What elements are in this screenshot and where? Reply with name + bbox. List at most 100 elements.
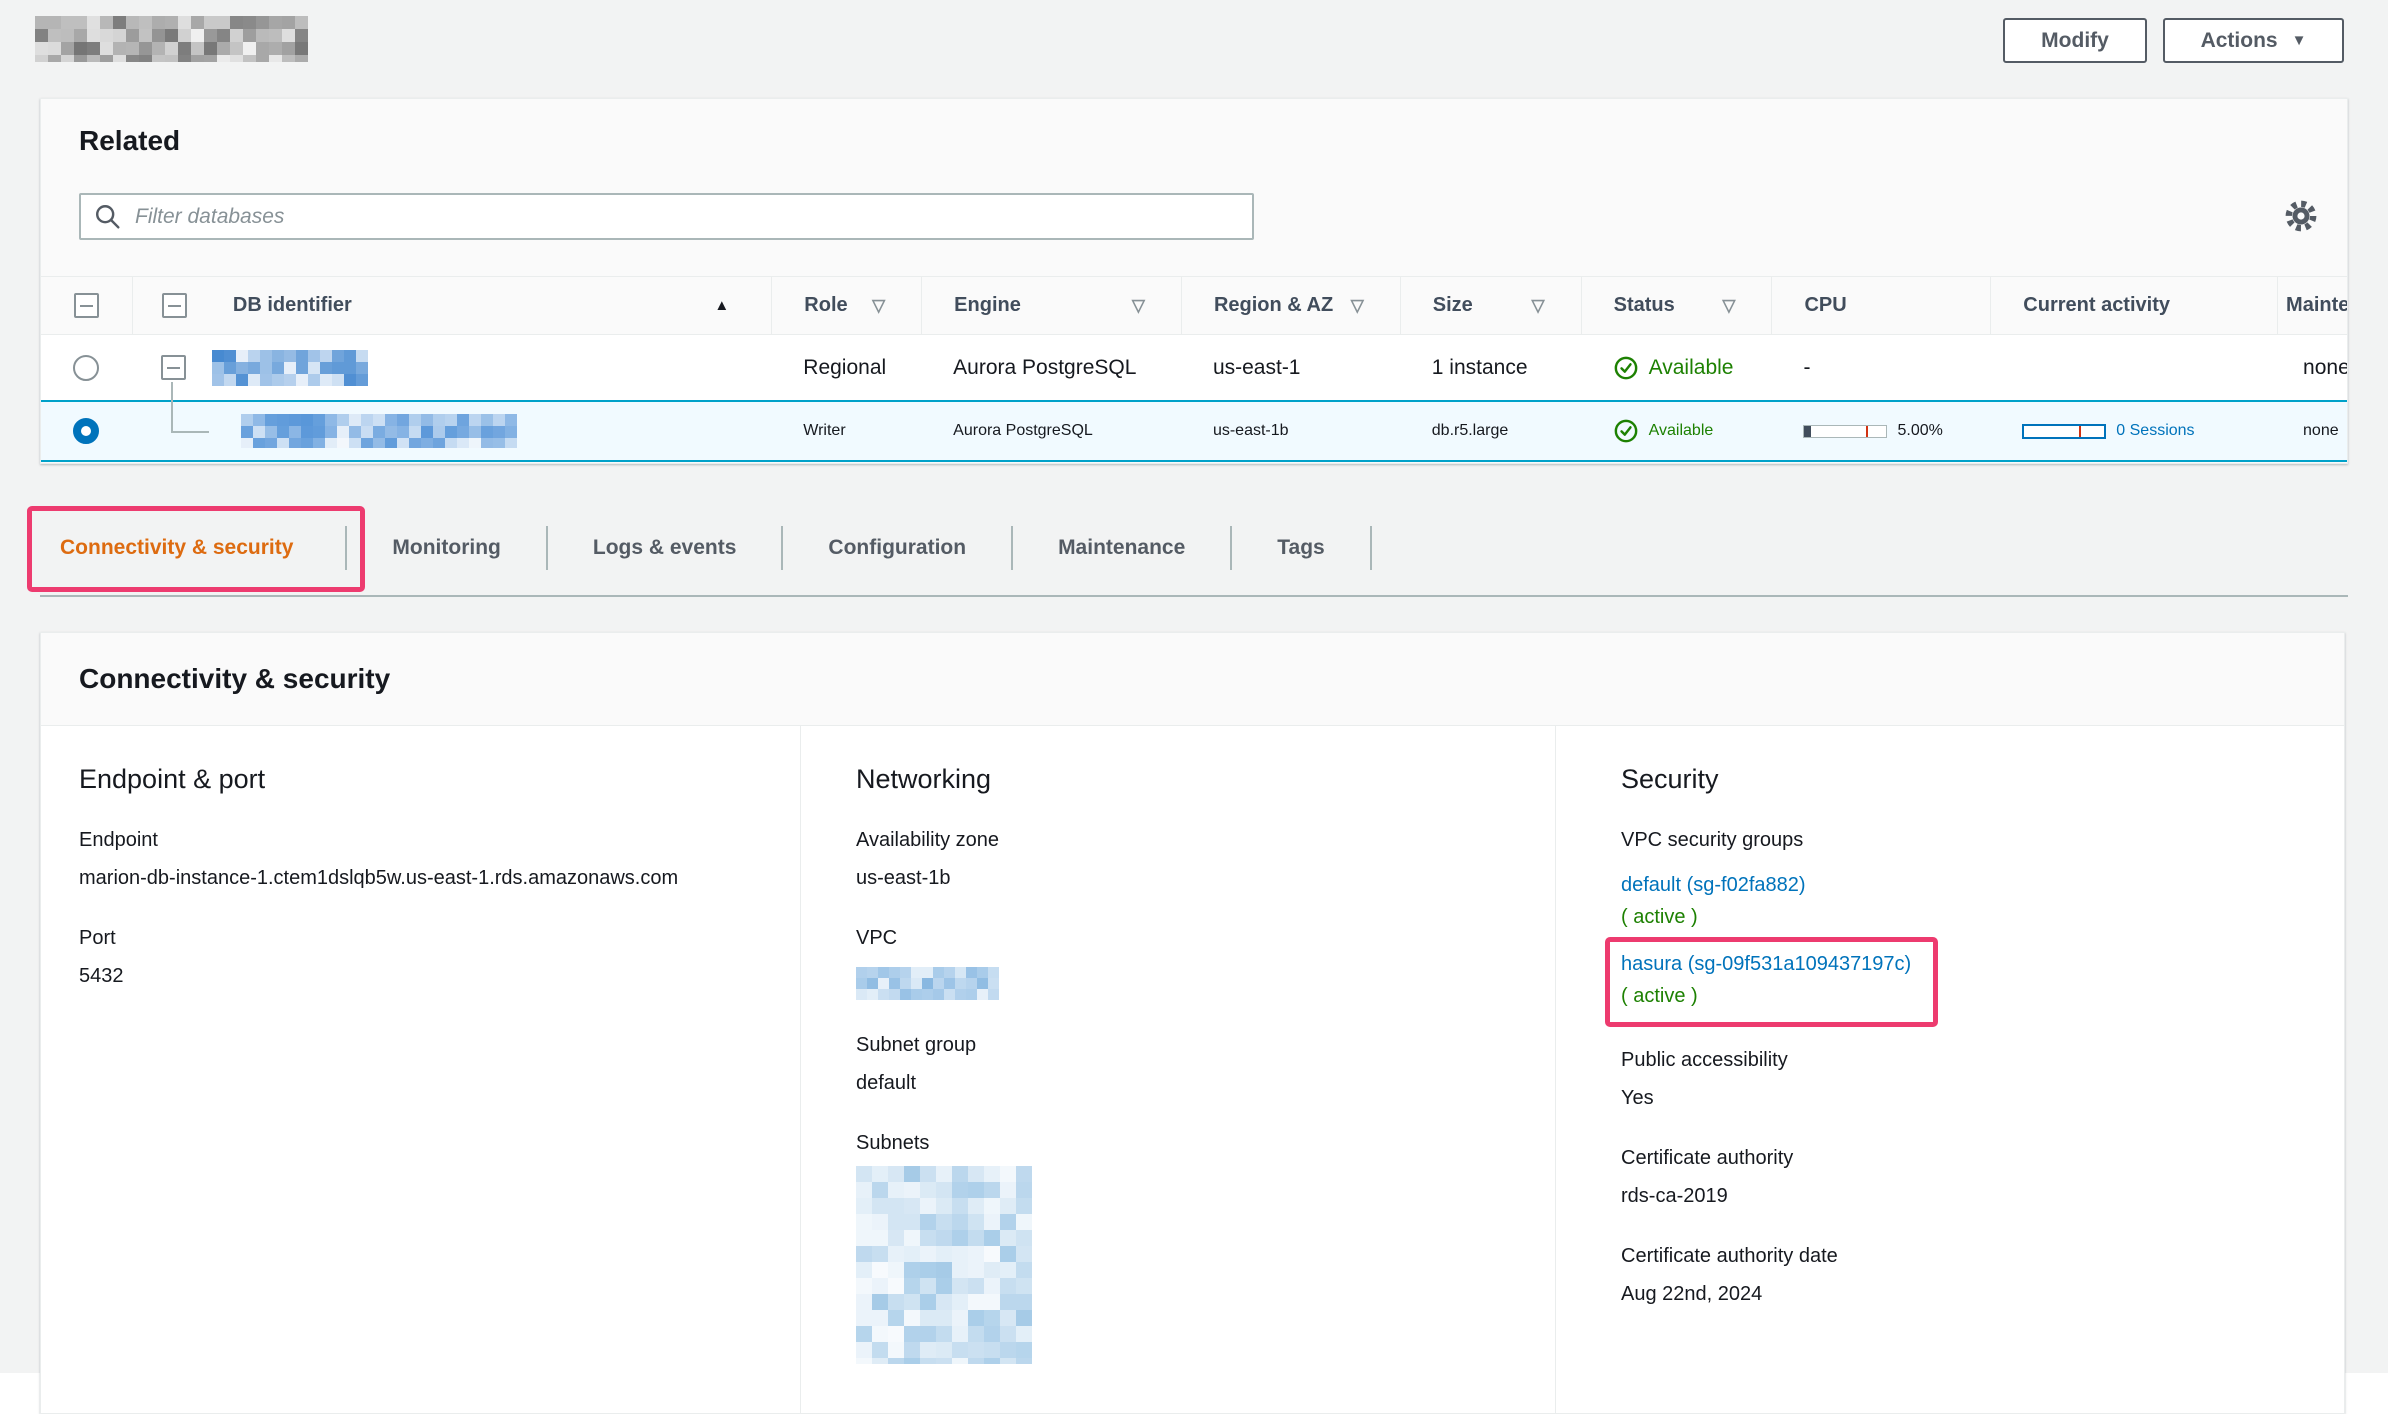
column-label: CPU xyxy=(1804,294,1846,317)
connectivity-security-panel: Connectivity & security Endpoint & port … xyxy=(40,632,2345,1414)
table-row-cluster[interactable]: Regional Aurora PostgreSQL us-east-1 1 i… xyxy=(41,335,2347,400)
availability-zone-value: us-east-1b xyxy=(856,863,1555,893)
maintenance-cell: none xyxy=(2277,335,2347,400)
endpoint-port-title: Endpoint & port xyxy=(79,764,760,795)
panel-title: Connectivity & security xyxy=(41,633,2344,726)
public-accessibility-label: Public accessibility xyxy=(1621,1045,2344,1075)
column-label: Engine xyxy=(954,294,1021,317)
tab-configuration[interactable]: Configuration xyxy=(783,536,1011,560)
subnet-group-label: Subnet group xyxy=(856,1030,1555,1060)
expand-toggle-icon[interactable] xyxy=(162,293,187,318)
tab-connectivity-security[interactable]: Connectivity & security xyxy=(40,536,345,560)
filter-icon[interactable]: ▽ xyxy=(1532,296,1545,316)
region-az-cell: us-east-1 xyxy=(1181,335,1400,400)
current-activity-cell: 0 Sessions xyxy=(1990,402,2277,460)
vpc-value-redacted[interactable] xyxy=(856,967,1006,1000)
subnet-group-value: default xyxy=(856,1068,1555,1098)
check-circle-icon xyxy=(1613,418,1639,444)
security-group-status: ( active ) xyxy=(1621,980,1911,1012)
column-label: Size xyxy=(1433,294,1473,317)
column-label: Status xyxy=(1614,294,1675,317)
column-label: DB identifier xyxy=(233,294,352,317)
tree-connector-horizontal xyxy=(171,431,209,433)
status-cell: Available xyxy=(1581,335,1772,400)
actions-button-label: Actions xyxy=(2201,29,2278,53)
modify-button[interactable]: Modify xyxy=(2003,18,2147,63)
port-value: 5432 xyxy=(79,961,760,991)
radio-selected[interactable] xyxy=(73,418,99,444)
status-cell: Available xyxy=(1581,402,1772,460)
radio-unselected[interactable] xyxy=(73,355,99,381)
size-cell: 1 instance xyxy=(1400,335,1581,400)
filter-icon[interactable]: ▽ xyxy=(1351,296,1364,316)
db-identifier-cell[interactable] xyxy=(132,402,771,460)
sort-ascending-icon[interactable]: ▲ xyxy=(714,297,729,314)
related-databases-card: Related DB identifi xyxy=(40,98,2348,464)
column-status[interactable]: Status ▽ xyxy=(1581,277,1772,334)
certificate-authority-value: rds-ca-2019 xyxy=(1621,1181,2344,1211)
databases-table: DB identifier ▲ Role ▽ Engine ▽ Region &… xyxy=(41,276,2347,462)
row-select-cell[interactable] xyxy=(41,335,132,400)
tab-maintenance[interactable]: Maintenance xyxy=(1013,536,1230,560)
status-text: Available xyxy=(1649,356,1734,380)
cpu-cell: - xyxy=(1771,335,1990,400)
search-input[interactable] xyxy=(123,195,1252,238)
tab-logs-events[interactable]: Logs & events xyxy=(548,536,782,560)
column-maintenance: Maintenance xyxy=(2277,277,2347,334)
collapse-all-icon[interactable] xyxy=(74,293,99,318)
role-cell: Writer xyxy=(771,402,921,460)
endpoint-port-column: Endpoint & port Endpoint marion-db-insta… xyxy=(41,726,801,1414)
column-region-az[interactable]: Region & AZ ▽ xyxy=(1181,277,1400,334)
actions-menu-button[interactable]: Actions ▼ xyxy=(2163,18,2344,63)
table-row-instance-selected[interactable]: Writer Aurora PostgreSQL us-east-1b db.r… xyxy=(41,400,2347,462)
subnets-label: Subnets xyxy=(856,1128,1555,1158)
table-header-row: DB identifier ▲ Role ▽ Engine ▽ Region &… xyxy=(41,277,2347,335)
engine-cell: Aurora PostgreSQL xyxy=(921,402,1181,460)
security-group-default-link[interactable]: default (sg-f02fa882) xyxy=(1621,874,1806,896)
public-accessibility-value: Yes xyxy=(1621,1083,2344,1113)
column-label: Region & AZ xyxy=(1214,294,1333,317)
column-role[interactable]: Role ▽ xyxy=(771,277,921,334)
filter-icon[interactable]: ▽ xyxy=(872,296,885,316)
column-size[interactable]: Size ▽ xyxy=(1400,277,1581,334)
status-text: Available xyxy=(1649,422,1714,440)
region-az-cell: us-east-1b xyxy=(1181,402,1400,460)
filter-icon[interactable]: ▽ xyxy=(1722,296,1735,316)
header-actions: Modify Actions ▼ xyxy=(2003,18,2344,63)
endpoint-label: Endpoint xyxy=(79,825,760,855)
port-label: Port xyxy=(79,923,760,953)
sessions-link[interactable]: 0 Sessions xyxy=(2116,422,2194,440)
security-title: Security xyxy=(1621,764,2344,795)
gear-icon xyxy=(2284,199,2318,233)
column-label: Role xyxy=(804,294,847,317)
security-group-hasura-link[interactable]: hasura (sg-09f531a109437197c) xyxy=(1621,953,1911,975)
collapse-row-icon[interactable] xyxy=(161,355,186,380)
vpc-security-groups-label: VPC security groups xyxy=(1621,825,2344,855)
db-identifier-cell[interactable] xyxy=(132,335,771,400)
column-cpu: CPU xyxy=(1771,277,1990,334)
filter-databases-searchbox[interactable] xyxy=(79,193,1254,240)
row-select-cell[interactable] xyxy=(41,402,132,460)
column-label: Current activity xyxy=(2023,294,2170,317)
engine-cell: Aurora PostgreSQL xyxy=(921,335,1181,400)
column-db-identifier[interactable]: DB identifier ▲ xyxy=(132,277,771,334)
column-label: Maintenance xyxy=(2286,294,2347,317)
annotation-box-hasura-group: hasura (sg-09f531a109437197c) ( active ) xyxy=(1605,937,1938,1027)
select-all-cell[interactable] xyxy=(41,277,132,334)
subnets-list-redacted[interactable] xyxy=(856,1166,1041,1364)
filter-icon[interactable]: ▽ xyxy=(1132,296,1145,316)
security-group-status: ( active ) xyxy=(1621,901,2344,933)
security-column: Security VPC security groups default (sg… xyxy=(1556,726,2344,1414)
tab-divider xyxy=(1370,526,1372,570)
tab-tags[interactable]: Tags xyxy=(1232,536,1369,560)
column-engine[interactable]: Engine ▽ xyxy=(921,277,1181,334)
endpoint-value: marion-db-instance-1.ctem1dslqb5w.us-eas… xyxy=(79,863,760,893)
certificate-authority-label: Certificate authority xyxy=(1621,1143,2344,1173)
cpu-cell: 5.00% xyxy=(1771,402,1990,460)
certificate-authority-date-value: Aug 22nd, 2024 xyxy=(1621,1279,2344,1309)
rds-console-screen: Modify Actions ▼ Related xyxy=(0,0,2388,1414)
availability-zone-label: Availability zone xyxy=(856,825,1555,855)
table-preferences-button[interactable] xyxy=(2283,199,2319,235)
tab-monitoring[interactable]: Monitoring xyxy=(347,536,545,560)
vpc-label: VPC xyxy=(856,923,1555,953)
